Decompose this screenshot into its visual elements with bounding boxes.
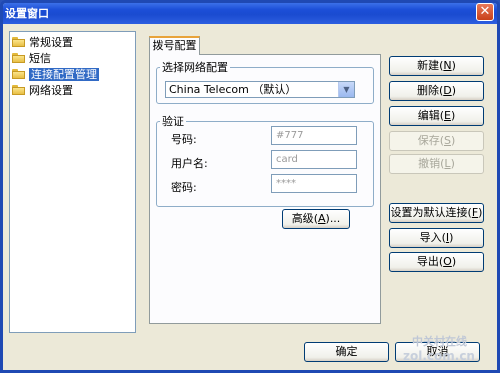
import-button-hotkey: I bbox=[445, 231, 450, 244]
tab-dial-config[interactable]: 拨号配置 bbox=[149, 36, 200, 55]
advanced-button-hotkey: A bbox=[317, 212, 326, 225]
undo-button-label: 撤销 bbox=[418, 157, 441, 170]
watermark-line1: 中关村在线 bbox=[412, 335, 467, 348]
set-default-button-hotkey: F bbox=[471, 206, 479, 219]
new-button[interactable]: 新建(N) bbox=[389, 56, 484, 76]
settings-tree: 常规设置 短信 连接配置管理 网络设置 bbox=[9, 31, 136, 333]
set-default-button-label: 设置为默认连接 bbox=[390, 206, 468, 219]
tree-item-connection-profiles[interactable]: 连接配置管理 bbox=[12, 67, 135, 82]
number-input[interactable]: #777 bbox=[271, 126, 357, 145]
advanced-button-ellipsis: ... bbox=[329, 212, 341, 225]
undo-button[interactable]: 撤销(L) bbox=[389, 154, 484, 174]
auth-group-label: 验证 bbox=[162, 115, 184, 128]
save-button-label: 保存 bbox=[417, 134, 440, 147]
save-button-hotkey: S bbox=[444, 134, 451, 147]
advanced-button[interactable]: 高级(A)... bbox=[282, 209, 350, 229]
edit-button-hotkey: E bbox=[444, 109, 451, 122]
network-profile-group-label: 选择网络配置 bbox=[162, 61, 228, 74]
number-label: 号码: bbox=[171, 133, 197, 146]
tree-item-label: 网络设置 bbox=[29, 84, 73, 97]
tree-item-network[interactable]: 网络设置 bbox=[12, 83, 135, 98]
edit-button-label: 编辑 bbox=[417, 109, 440, 122]
tree-item-label: 短信 bbox=[29, 52, 51, 65]
import-button-label: 导入 bbox=[419, 231, 442, 244]
folder-icon bbox=[12, 37, 26, 47]
folder-icon bbox=[12, 85, 26, 95]
network-profile-select[interactable]: China Telecom （默认） ▼ bbox=[165, 81, 355, 98]
new-button-hotkey: N bbox=[443, 59, 452, 72]
tree-item-sms[interactable]: 短信 bbox=[12, 51, 135, 66]
ok-button[interactable]: 确定 bbox=[304, 342, 389, 362]
password-label: 密码: bbox=[171, 181, 197, 194]
delete-button-label: 删除 bbox=[416, 84, 439, 97]
dial-config-panel: 选择网络配置 China Telecom （默认） ▼ 验证 号码: #777 … bbox=[149, 54, 381, 324]
new-button-label: 新建 bbox=[417, 59, 440, 72]
export-button-hotkey: O bbox=[443, 255, 452, 268]
password-input[interactable]: **** bbox=[271, 174, 357, 193]
undo-button-hotkey: L bbox=[444, 157, 451, 170]
dropdown-arrow-icon[interactable]: ▼ bbox=[338, 82, 354, 97]
import-button[interactable]: 导入(I) bbox=[389, 228, 484, 248]
title-bar[interactable]: 设置窗口 ✕ bbox=[3, 3, 497, 24]
tree-item-label: 常规设置 bbox=[29, 36, 73, 49]
advanced-button-label: 高级 bbox=[291, 212, 314, 225]
export-button[interactable]: 导出(O) bbox=[389, 252, 484, 272]
network-profile-value: China Telecom （默认） bbox=[169, 83, 297, 96]
close-button[interactable]: ✕ bbox=[476, 3, 494, 21]
delete-button[interactable]: 删除(D) bbox=[389, 81, 484, 101]
delete-button-hotkey: D bbox=[443, 84, 452, 97]
username-input[interactable]: card bbox=[271, 150, 357, 169]
open-folder-icon bbox=[12, 69, 26, 79]
close-icon: ✕ bbox=[479, 4, 491, 19]
watermark-line2: zol.com.cn bbox=[403, 349, 475, 363]
set-default-button[interactable]: 设置为默认连接(F) bbox=[389, 203, 484, 223]
tree-item-label: 连接配置管理 bbox=[29, 68, 99, 81]
edit-button[interactable]: 编辑(E) bbox=[389, 106, 484, 126]
export-button-label: 导出 bbox=[416, 255, 439, 268]
tree-item-general[interactable]: 常规设置 bbox=[12, 35, 135, 50]
window-title: 设置窗口 bbox=[5, 7, 49, 20]
folder-icon bbox=[12, 53, 26, 63]
username-label: 用户名: bbox=[171, 157, 208, 170]
save-button[interactable]: 保存(S) bbox=[389, 131, 484, 151]
